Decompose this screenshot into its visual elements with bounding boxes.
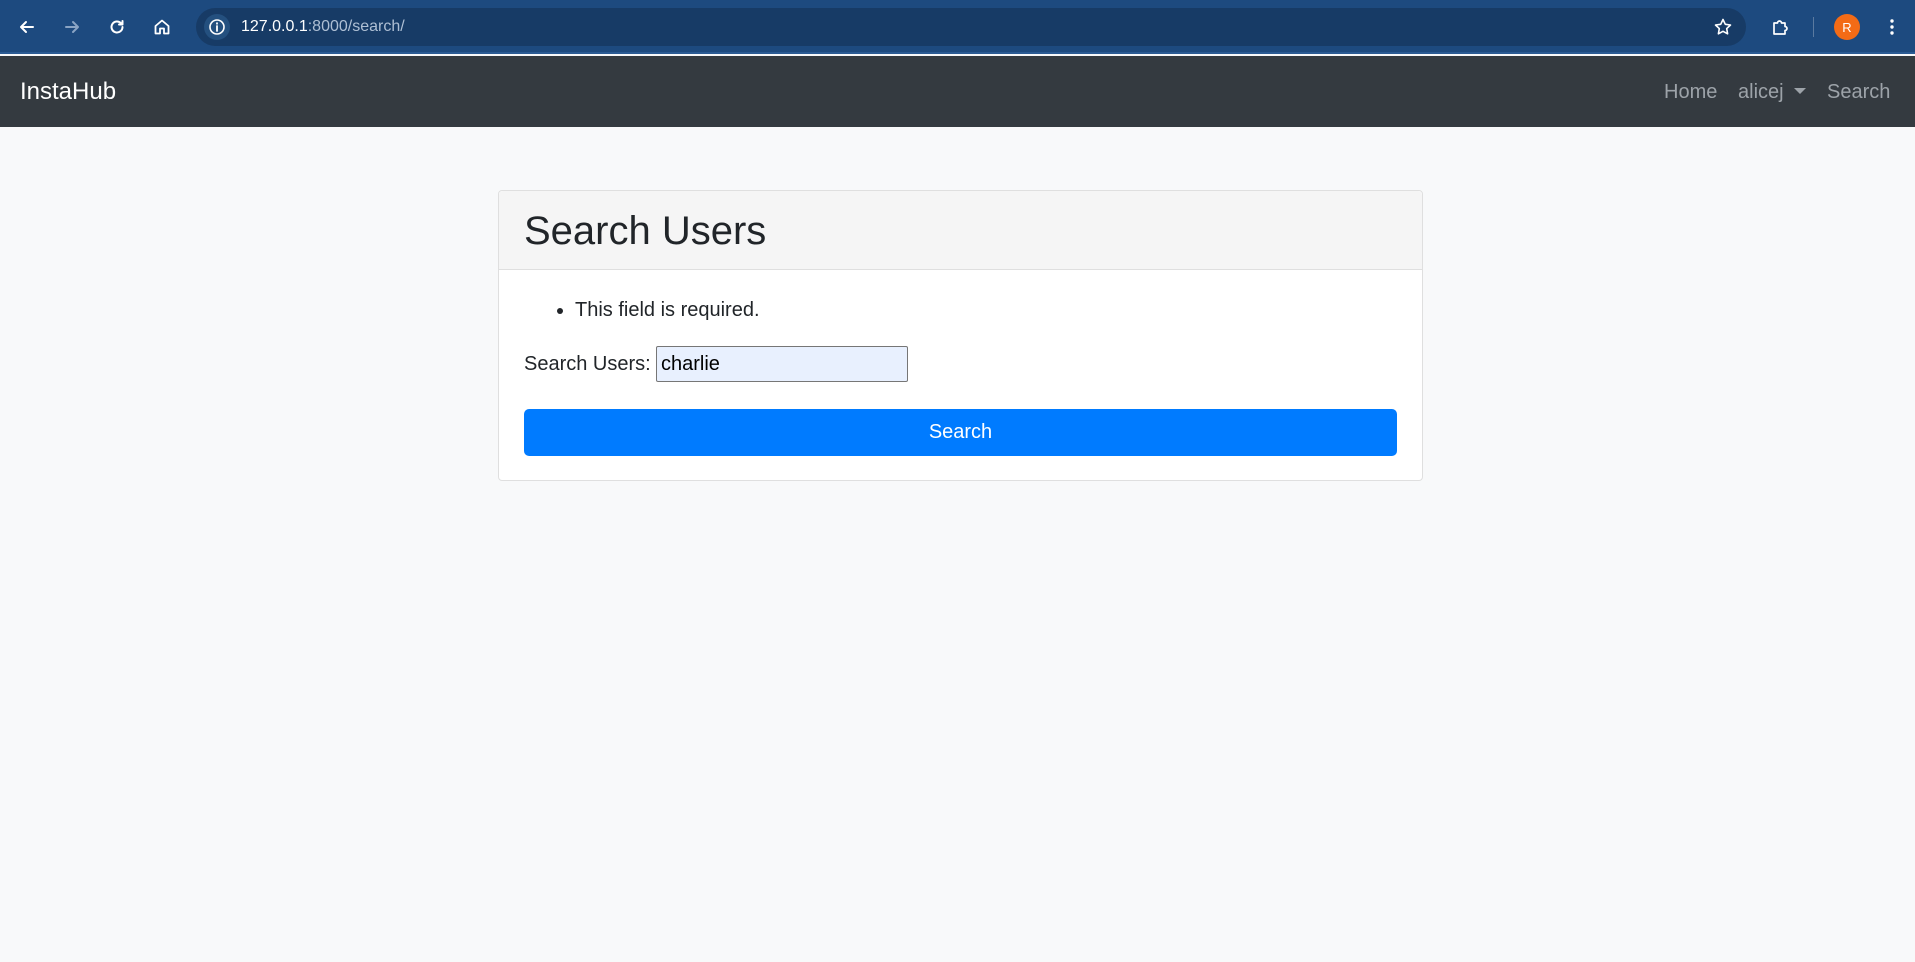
reload-button[interactable]: [101, 11, 133, 43]
site-navbar: InstaHub Home alicej Search: [0, 56, 1915, 127]
puzzle-icon: [1773, 20, 1788, 35]
brand-logo[interactable]: InstaHub: [20, 78, 116, 106]
arrow-right-icon: [65, 21, 79, 33]
url-text: 127.0.0.1:8000/search/: [241, 18, 405, 36]
home-icon: [154, 19, 170, 35]
home-button[interactable]: [146, 11, 178, 43]
arrow-left-icon: [20, 21, 34, 33]
caret-down-icon: [1793, 87, 1806, 94]
error-list: This field is required.: [575, 299, 760, 322]
search-input[interactable]: [656, 346, 908, 382]
url-host: 127.0.0.1: [241, 18, 308, 35]
url-path: :8000/search/: [307, 18, 405, 35]
nav-home-link[interactable]: Home: [1664, 81, 1717, 104]
search-field-label: Search Users:: [524, 353, 651, 375]
browser-toolbar: 127.0.0.1:8000/search/ R: [0, 0, 1915, 54]
toolbar-separator: [1813, 17, 1814, 37]
extensions-button[interactable]: [1764, 11, 1796, 43]
search-submit-button[interactable]: Search: [524, 409, 1397, 456]
nav-user-label: alicej: [1738, 81, 1784, 103]
address-bar[interactable]: 127.0.0.1:8000/search/: [196, 8, 1746, 46]
search-card: Search Users This field is required. Sea…: [498, 190, 1423, 481]
star-icon: [1714, 18, 1732, 35]
back-button[interactable]: [11, 11, 43, 43]
card-header: Search Users: [499, 191, 1422, 270]
reload-icon: [110, 20, 124, 34]
nav-search-link[interactable]: Search: [1827, 81, 1890, 104]
profile-avatar[interactable]: R: [1834, 14, 1860, 40]
forward-button[interactable]: [56, 11, 88, 43]
page-title: Search Users: [524, 209, 767, 253]
site-info-icon[interactable]: [204, 14, 230, 40]
kebab-menu-icon: [1890, 19, 1894, 35]
error-message: This field is required.: [575, 299, 760, 322]
nav-user-dropdown[interactable]: alicej: [1738, 81, 1806, 104]
bookmark-star-button[interactable]: [1710, 14, 1736, 40]
browser-menu-button[interactable]: [1876, 11, 1908, 43]
